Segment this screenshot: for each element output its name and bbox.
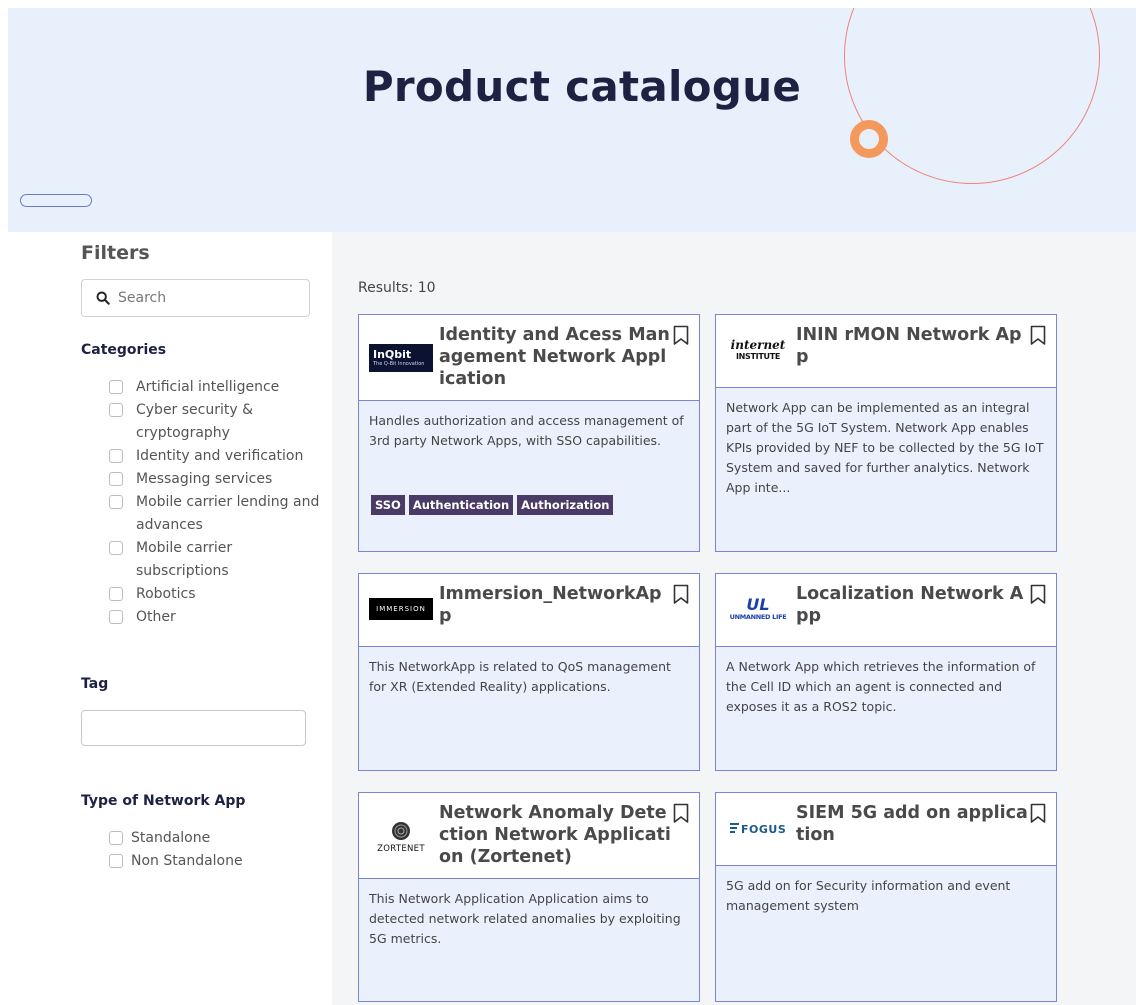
- card-title[interactable]: Identity and Acess Management Network Ap…: [439, 324, 671, 390]
- logo-text: InQbit: [373, 347, 412, 361]
- type-option[interactable]: Standalone: [109, 827, 324, 850]
- logo-subtext: The Q-Bit Innovation: [373, 360, 425, 367]
- product-card[interactable]: InQbit The Q-Bit Innovation Identity and…: [358, 314, 700, 552]
- checkbox[interactable]: [109, 541, 123, 555]
- category-label: Mobile carrier lending and advances: [136, 494, 320, 533]
- bookmark-icon[interactable]: [1030, 803, 1046, 824]
- type-title: Type of Network App: [81, 793, 246, 809]
- checkbox[interactable]: [109, 449, 123, 463]
- category-label: Other: [136, 609, 176, 625]
- category-option[interactable]: Mobile carrier subscriptions: [109, 537, 324, 583]
- card-title[interactable]: SIEM 5G add on application: [796, 802, 1028, 846]
- category-label: Artificial intelligence: [136, 379, 280, 395]
- internet-institute-logo: internet INSTITUTE: [726, 337, 790, 365]
- category-label: Identity and verification: [136, 448, 304, 464]
- category-option[interactable]: Robotics: [109, 583, 324, 606]
- card-description: This Network Application Application aim…: [369, 891, 681, 946]
- zortenet-mark-icon: [392, 821, 410, 840]
- filters-title: Filters: [81, 242, 150, 264]
- card-header: FOGUS SIEM 5G add on application: [716, 793, 1056, 866]
- bookmark-icon[interactable]: [1030, 584, 1046, 605]
- checkbox[interactable]: [109, 610, 123, 624]
- decorative-pill: [20, 194, 92, 207]
- logo-text: internet: [730, 338, 786, 352]
- catalogue-main: Results: 10 InQbit The Q-Bit Innovation …: [332, 232, 1136, 1005]
- bookmark-icon[interactable]: [1030, 325, 1046, 346]
- logo-subtext: UNMANNED LIFE: [729, 613, 787, 621]
- search-icon: [96, 291, 110, 305]
- tag-badge[interactable]: Authentication: [408, 495, 514, 515]
- results-count: Results: 10: [358, 280, 436, 296]
- product-card[interactable]: FOGUS SIEM 5G add on application 5G add …: [715, 792, 1057, 1002]
- card-header: internet INSTITUTE ININ rMON Network App: [716, 315, 1056, 388]
- product-card[interactable]: internet INSTITUTE ININ rMON Network App…: [715, 314, 1057, 552]
- type-label: Standalone: [131, 830, 211, 846]
- card-title[interactable]: Immersion_NetworkApp: [439, 583, 671, 627]
- category-label: Robotics: [136, 586, 196, 602]
- logo-text: FOGUS: [741, 822, 787, 836]
- search-input[interactable]: [118, 290, 278, 306]
- search-box[interactable]: [81, 279, 310, 317]
- fogus-logo: FOGUS: [726, 817, 790, 841]
- checkbox[interactable]: [109, 380, 123, 394]
- fogus-mark-icon: [730, 823, 739, 833]
- card-description: Network App can be implemented as an int…: [726, 400, 1044, 495]
- checkbox[interactable]: [109, 831, 123, 845]
- product-card[interactable]: ZORTENET Network Anomaly Detection Netwo…: [358, 792, 700, 1002]
- categories-title: Categories: [81, 342, 167, 358]
- product-card[interactable]: IMMERSION Immersion_NetworkApp This Netw…: [358, 573, 700, 771]
- bookmark-icon[interactable]: [673, 803, 689, 824]
- card-header: UL UNMANNED LIFE Localization Network Ap…: [716, 574, 1056, 647]
- logo-subtext: INSTITUTE: [735, 352, 781, 361]
- tag-input[interactable]: [81, 710, 306, 746]
- category-option[interactable]: Cyber security & cryptography: [109, 399, 324, 445]
- categories-list: Artificial intelligence Cyber security &…: [109, 376, 324, 629]
- checkbox[interactable]: [109, 587, 123, 601]
- category-option[interactable]: Other: [109, 606, 324, 629]
- category-label: Mobile carrier subscriptions: [136, 540, 233, 579]
- category-label: Cyber security & cryptography: [136, 402, 254, 441]
- card-header: InQbit The Q-Bit Innovation Identity and…: [359, 315, 699, 401]
- product-card[interactable]: UL UNMANNED LIFE Localization Network Ap…: [715, 573, 1057, 771]
- checkbox[interactable]: [109, 403, 123, 417]
- tag-list: SSO Authentication Authorization: [371, 495, 614, 515]
- category-label: Messaging services: [136, 471, 273, 487]
- bookmark-icon[interactable]: [673, 584, 689, 605]
- hero-banner: Product catalogue: [8, 8, 1136, 232]
- decorative-ring-dot: [850, 120, 888, 158]
- card-title[interactable]: Localization Network App: [796, 583, 1028, 627]
- tag-title: Tag: [81, 676, 109, 692]
- category-option[interactable]: Artificial intelligence: [109, 376, 324, 399]
- card-description: A Network App which retrieves the inform…: [726, 659, 1036, 714]
- type-label: Non Standalone: [131, 853, 243, 869]
- inqbit-logo: InQbit The Q-Bit Innovation: [369, 344, 433, 372]
- category-option[interactable]: Mobile carrier lending and advances: [109, 491, 324, 537]
- checkbox[interactable]: [109, 495, 123, 509]
- type-list: Standalone Non Standalone: [109, 827, 324, 873]
- card-title[interactable]: ININ rMON Network App: [796, 324, 1028, 368]
- logo-text: UL: [746, 595, 770, 614]
- bookmark-icon[interactable]: [673, 325, 689, 346]
- card-header: IMMERSION Immersion_NetworkApp: [359, 574, 699, 647]
- tag-badge[interactable]: SSO: [371, 495, 405, 515]
- page-title: Product catalogue: [362, 62, 802, 111]
- card-description: Handles authorization and access managem…: [369, 413, 684, 448]
- card-description: This NetworkApp is related to QoS manage…: [369, 659, 671, 694]
- card-title[interactable]: Network Anomaly Detection Network Applic…: [439, 802, 671, 868]
- filters-sidebar: Filters Categories Artificial intelligen…: [8, 232, 332, 1005]
- category-option[interactable]: Messaging services: [109, 468, 324, 491]
- card-header: ZORTENET Network Anomaly Detection Netwo…: [359, 793, 699, 879]
- category-option[interactable]: Identity and verification: [109, 445, 324, 468]
- card-description: 5G add on for Security information and e…: [726, 878, 1011, 913]
- unmanned-life-logo: UL UNMANNED LIFE: [726, 594, 790, 628]
- type-option[interactable]: Non Standalone: [109, 850, 324, 873]
- logo-text: ZORTENET: [377, 843, 425, 854]
- immersion-logo: IMMERSION: [369, 598, 433, 620]
- logo-text: IMMERSION: [376, 605, 426, 613]
- tag-badge[interactable]: Authorization: [517, 495, 614, 515]
- checkbox[interactable]: [109, 472, 123, 486]
- checkbox[interactable]: [109, 854, 123, 868]
- zortenet-logo: ZORTENET: [369, 817, 433, 857]
